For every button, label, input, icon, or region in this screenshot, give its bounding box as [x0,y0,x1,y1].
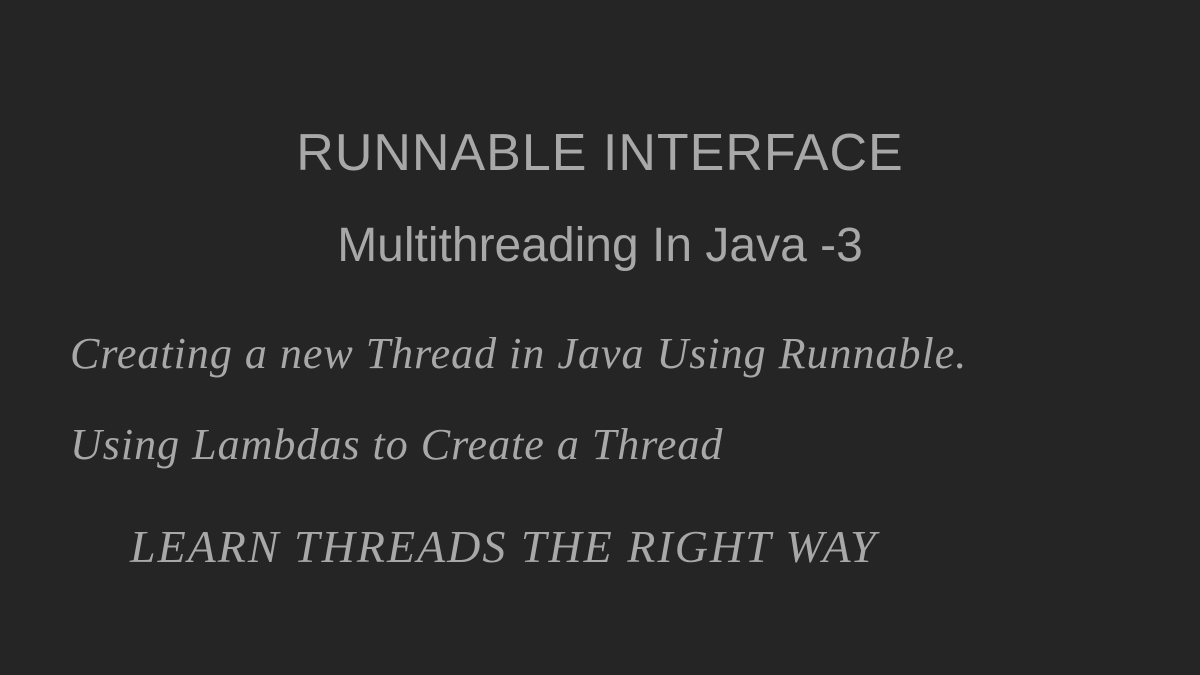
slide-footer: LEARN THREADS THE RIGHT WAY [60,520,1140,573]
bullet-line-2: Using Lambdas to Create a Thread [60,419,1140,470]
bullet-line-1: Creating a new Thread in Java Using Runn… [60,328,1140,379]
slide-subtitle: Multithreading In Java -3 [60,218,1140,273]
slide-title: RUNNABLE INTERFACE [60,123,1140,183]
